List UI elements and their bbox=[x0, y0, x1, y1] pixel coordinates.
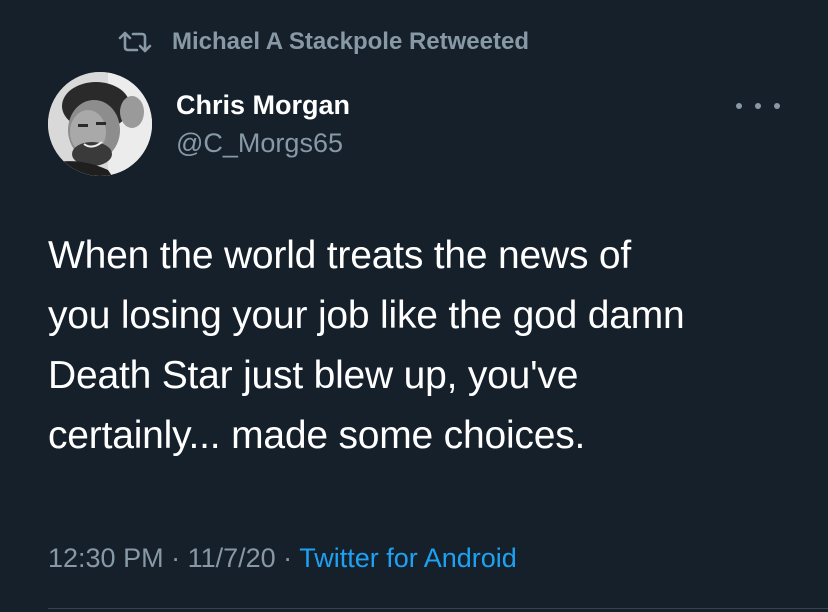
tweet-meta: 12:30 PM · 11/7/20 · Twitter for Android bbox=[48, 540, 517, 576]
tweet-time: 12:30 PM bbox=[48, 543, 164, 573]
retweet-context[interactable]: Michael A Stackpole Retweeted bbox=[118, 26, 529, 58]
retweet-label: Michael A Stackpole Retweeted bbox=[172, 28, 529, 55]
more-horizontal-icon bbox=[755, 103, 761, 109]
author-handle[interactable]: @C_Morgs65 bbox=[176, 126, 350, 160]
author-name[interactable]: Chris Morgan bbox=[176, 88, 350, 122]
divider bbox=[48, 608, 828, 609]
avatar-photo bbox=[48, 72, 152, 176]
tweet-author[interactable]: Chris Morgan @C_Morgs65 bbox=[176, 88, 350, 160]
tweet-text-line: you losing your job like the god damn bbox=[48, 294, 685, 337]
meta-separator: · bbox=[163, 543, 188, 573]
tweet-source-link[interactable]: Twitter for Android bbox=[299, 543, 517, 573]
avatar[interactable] bbox=[48, 72, 152, 176]
tweet-text-line: Death Star just blew up, you've bbox=[48, 354, 579, 397]
more-horizontal-icon bbox=[736, 103, 742, 109]
tweet-text-line: When the world treats the news of bbox=[48, 234, 632, 277]
retweet-icon bbox=[118, 31, 152, 53]
meta-separator: · bbox=[275, 543, 300, 573]
more-options-button[interactable] bbox=[736, 96, 780, 116]
tweet-date: 11/7/20 bbox=[187, 543, 276, 573]
tweet-text-line: certainly... made some choices. bbox=[48, 414, 586, 457]
more-horizontal-icon bbox=[774, 103, 780, 109]
tweet-text: When the world treats the news of you lo… bbox=[48, 226, 788, 466]
